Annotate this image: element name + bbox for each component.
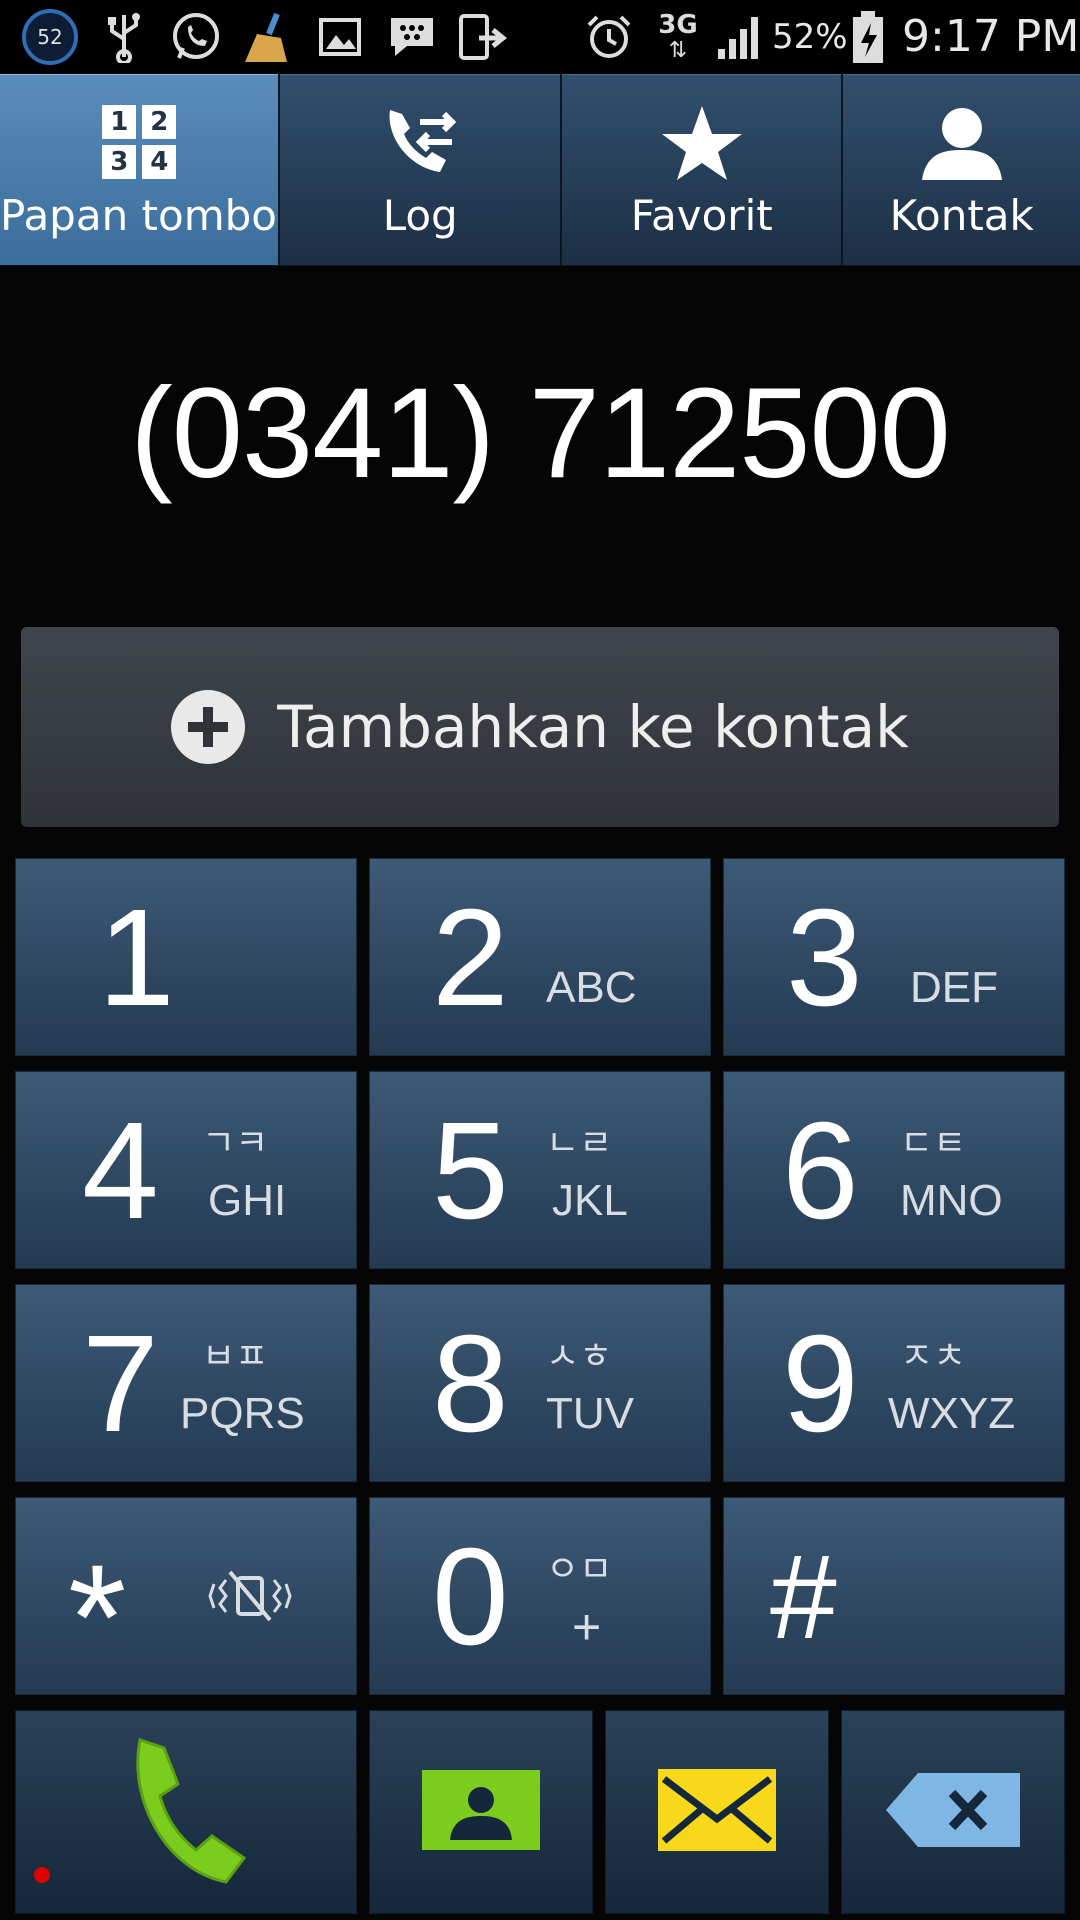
tab-favorites[interactable]: Favorit	[561, 74, 842, 265]
key-letters: PQRS	[180, 1389, 305, 1438]
3g-data-icon: 3G ⇅	[648, 0, 708, 74]
tab-log-label: Log	[382, 191, 458, 240]
tab-keypad-label: Papan tombol	[0, 191, 289, 240]
key-7[interactable]: 7 ㅂㅍ PQRS	[15, 1284, 357, 1482]
key-digit: 9	[782, 1307, 859, 1461]
key-6[interactable]: 6 ㄷㅌ MNO	[723, 1071, 1065, 1269]
tab-contacts[interactable]: Kontak	[843, 74, 1080, 265]
call-button[interactable]	[15, 1710, 357, 1914]
key-letters: DEF	[910, 963, 998, 1012]
key-digit: #	[770, 1530, 837, 1664]
add-to-contacts-button[interactable]: Tambahkan ke kontak	[21, 627, 1059, 827]
badge-52-icon: 52	[18, 0, 82, 74]
envelope-icon	[658, 1769, 776, 1855]
contact-person-icon	[843, 97, 1080, 187]
key-hangul: ㅈㅊ	[900, 1336, 967, 1377]
tab-favorites-label: Favorit	[630, 191, 773, 240]
key-digit: 4	[82, 1094, 159, 1248]
cleaner-icon	[238, 0, 296, 74]
tab-log[interactable]: Log	[280, 74, 560, 265]
dialer-tabs: 1 2 3 4 Papan tombol Log Favorit Kontak	[0, 74, 1080, 266]
alarm-icon	[584, 0, 634, 74]
signal-icon	[712, 0, 768, 74]
key-digit: 0	[432, 1520, 509, 1674]
key-letters: MNO	[900, 1176, 1003, 1225]
key-digit: 3	[786, 881, 863, 1035]
key-letters: +	[572, 1599, 602, 1655]
backspace-icon	[886, 1773, 1020, 1851]
call-log-icon	[280, 97, 559, 187]
key-9[interactable]: 9 ㅈㅊ WXYZ	[723, 1284, 1065, 1482]
key-4[interactable]: 4 ㄱㅋ GHI	[15, 1071, 357, 1269]
key-hangul: ㄷㅌ	[900, 1123, 967, 1164]
message-button[interactable]	[605, 1710, 829, 1914]
key-letters: TUV	[546, 1389, 634, 1438]
tab-contacts-label: Kontak	[889, 191, 1034, 240]
key-hangul: ㅇㅁ	[546, 1549, 613, 1590]
key-0[interactable]: 0 ㅇㅁ +	[369, 1497, 711, 1695]
star-icon	[562, 97, 841, 187]
key-letters: JKL	[552, 1176, 628, 1225]
key-letters: ABC	[546, 963, 637, 1012]
battery-charging-icon	[848, 0, 888, 74]
phone-call-icon	[126, 1730, 247, 1894]
key-star[interactable]: *	[15, 1497, 357, 1701]
key-hangul: ㄱㅋ	[202, 1123, 269, 1164]
key-letters: GHI	[208, 1176, 287, 1225]
badge-count: 52	[37, 25, 63, 49]
key-digit: 8	[432, 1307, 509, 1461]
key-digit: *	[68, 1533, 127, 1701]
transfer-icon	[454, 0, 514, 74]
tab-keypad[interactable]: 1 2 3 4 Papan tombol	[0, 74, 289, 265]
key-letters: WXYZ	[888, 1389, 1016, 1438]
backspace-button[interactable]	[841, 1710, 1065, 1914]
battery-percent: 52%	[772, 17, 848, 57]
key-digit: 2	[432, 881, 509, 1035]
key-hash[interactable]: #	[723, 1497, 1065, 1695]
add-to-contacts-label: Tambahkan ke kontak	[277, 693, 909, 761]
missed-call-dot	[34, 1867, 50, 1883]
keypad-icon: 1 2 3 4	[0, 97, 278, 187]
key-3[interactable]: 3 DEF	[723, 858, 1065, 1056]
key-digit: 6	[782, 1094, 859, 1248]
key-digit: 7	[82, 1307, 159, 1461]
contact-card-icon	[422, 1770, 540, 1854]
key-digit: 5	[432, 1094, 509, 1248]
key-5[interactable]: 5 ㄴㄹ JKL	[369, 1071, 711, 1269]
gallery-icon	[312, 0, 368, 74]
vibrate-mute-icon	[208, 1568, 292, 1628]
key-hangul: ㅂㅍ	[202, 1336, 269, 1377]
network-type: 3G	[658, 10, 698, 40]
key-hangul: ㅅㅎ	[546, 1336, 613, 1377]
key-2[interactable]: 2 ABC	[369, 858, 711, 1056]
key-hangul: ㄴㄹ	[546, 1123, 613, 1164]
key-8[interactable]: 8 ㅅㅎ TUV	[369, 1284, 711, 1482]
key-1[interactable]: 1	[15, 858, 357, 1056]
bbm-icon	[384, 0, 440, 74]
clock: 9:17 PM	[902, 11, 1080, 62]
status-bar: 52 3G ⇅ 52% 9:17 PM	[0, 0, 1080, 74]
usb-icon	[96, 0, 152, 74]
video-call-button[interactable]	[369, 1710, 593, 1914]
dialed-number[interactable]: (0341) 712500	[0, 360, 1080, 507]
data-arrows-icon: ⇅	[668, 38, 688, 63]
add-circle-icon	[171, 690, 246, 764]
whatsapp-icon	[166, 0, 226, 74]
key-digit: 1	[98, 881, 175, 1035]
